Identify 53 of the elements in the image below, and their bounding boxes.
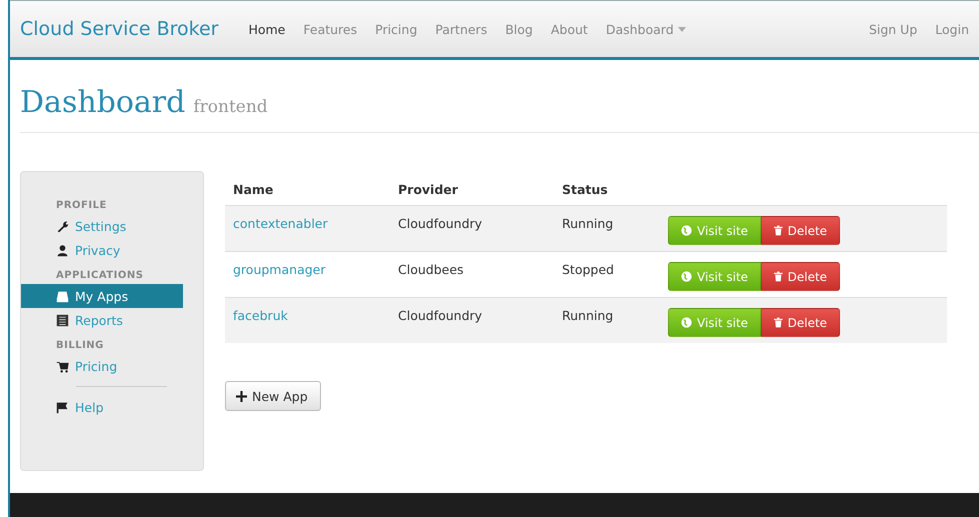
trash-icon — [774, 225, 783, 236]
brand-title[interactable]: Cloud Service Broker — [20, 18, 218, 40]
table-cell-text: Cloudfoundry — [398, 307, 484, 323]
nav-link[interactable]: Home — [248, 22, 286, 36]
sidebar-item[interactable]: Settings — [21, 214, 183, 238]
visit-site-button[interactable]: Visit site — [668, 308, 762, 337]
sidebar-item[interactable]: Privacy — [21, 238, 183, 262]
nav-link[interactable]: Pricing — [375, 22, 418, 36]
sidebar-item[interactable]: Pricing — [21, 354, 183, 378]
list-icon — [56, 314, 69, 326]
sidebar-header: BILLING — [56, 340, 105, 351]
nav-link[interactable]: Dashboard — [606, 22, 686, 36]
new-app-button[interactable]: New App — [225, 381, 321, 411]
trash-icon — [774, 271, 783, 282]
column-header: Name — [233, 182, 274, 199]
nav-link[interactable]: Features — [303, 22, 358, 36]
column-header: Provider — [398, 182, 459, 199]
plus-icon — [236, 390, 247, 402]
table-cell-text: Stopped — [562, 261, 615, 277]
table-cell-text: Running — [562, 307, 614, 323]
user-icon — [56, 244, 69, 256]
trash-icon — [774, 317, 783, 328]
sidebar-item[interactable]: My Apps — [21, 284, 183, 308]
globe-icon — [681, 225, 692, 236]
drive-icon — [56, 290, 69, 302]
table-cell-text: Cloudfoundry — [398, 215, 484, 231]
sidebar-item[interactable]: Reports — [21, 308, 183, 332]
cart-icon — [56, 360, 69, 372]
table-cell-text: Running — [562, 215, 614, 231]
globe-icon — [681, 271, 692, 282]
page-title: Dashboard — [20, 85, 186, 120]
sidebar-item[interactable]: Help — [21, 395, 183, 419]
app-name-link[interactable]: facebruk — [233, 298, 398, 323]
globe-icon — [681, 317, 692, 328]
nav-link[interactable]: Sign Up — [868, 22, 918, 36]
nav-link[interactable]: About — [550, 22, 588, 36]
flag-icon — [56, 400, 69, 414]
visit-site-button[interactable]: Visit site — [668, 262, 762, 291]
delete-button[interactable]: Delete — [761, 262, 840, 291]
nav-link[interactable]: Login — [935, 22, 969, 36]
visit-site-button[interactable]: Visit site — [668, 216, 762, 245]
delete-button[interactable]: Delete — [761, 216, 840, 245]
page-subtitle: frontend — [193, 97, 268, 117]
delete-button[interactable]: Delete — [761, 308, 840, 337]
table-cell-text: Cloudbees — [398, 261, 465, 277]
sidebar-header: PROFILE — [56, 200, 108, 211]
nav-link[interactable]: Blog — [505, 22, 533, 36]
wrench-icon — [56, 220, 69, 232]
sidebar-header: APPLICATIONS — [56, 270, 144, 281]
nav-link[interactable]: Partners — [435, 22, 488, 36]
column-header: Status — [562, 182, 609, 199]
app-name-link[interactable]: contextenabler — [233, 206, 398, 231]
app-name-link[interactable]: groupmanager — [233, 252, 398, 277]
